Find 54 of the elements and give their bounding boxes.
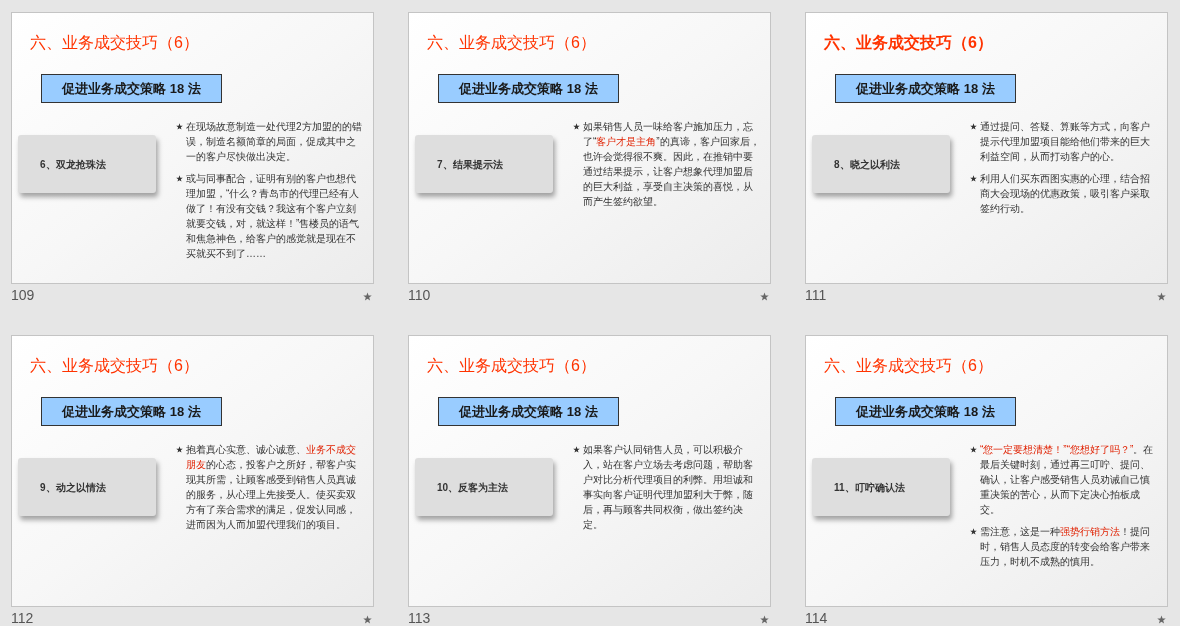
slide-title: 六、业务成交技巧（6） <box>427 356 597 376</box>
slide-thumbnail[interactable]: 六、业务成交技巧（6） 促进业务成交策略 18 法 8、晓之以利法 通过提问、答疑、算账等方式，向客户提示代理加盟项目能给他们带来的巨大利益空间，从而打动客户的心。 利用人们买东西图实惠的心理，结合招商大会现场的优惠政策，吸引客户采取签约行动。 <box>805 12 1168 284</box>
bullet-text: “您一定要想清楚！”“您想好了吗？”。在最后关键时刻，通过再三叮咛、提问、确认，让客户感受销售人员劝诫自己慎重决策的苦心，从而下定决心拍板成交。 <box>980 443 1155 517</box>
slide-heading: 促进业务成交策略 18 法 <box>41 74 222 103</box>
torn-paper-label: 6、双龙抢珠法 <box>18 135 156 193</box>
slide-heading: 促进业务成交策略 18 法 <box>835 397 1016 426</box>
star-icon[interactable] <box>760 615 769 624</box>
bullet-text: 需注意，这是一种强势行销方法！提问时，销售人员态度的转变会给客户带来压力，时机不成熟的慎用。 <box>980 525 1151 569</box>
slide-thumbnail[interactable]: 六、业务成交技巧（6） 促进业务成交策略 18 法 6、双龙抢珠法 在现场故意制造一处代理2方加盟的的错误，制造名额简章的局面，促成其中之一的客户尽快做出决定。 或与同事配合，证明有别的客户也想代理加盟，“什么？青岛市的代理已经有人做了！有没有交钱？我这有个客户立刻就要交钱，对，就这样！”售楼员的语气和焦急神色，给客户的感觉就是现在不买就买不到了…… <box>11 12 374 284</box>
bullet-text: 抱着真心实意、诚心诚意、业务不成交朋友的心态，投客户之所好，帮客户实现其所需，让顾客感受到销售人员真诚的服务，从心理上先接受人。使买卖双方有了亲合需求的满足，促发认同感，进而因为人而加盟代理我们的项目。 <box>186 443 357 532</box>
slide-number: 111 <box>805 288 827 303</box>
slide-heading: 促进业务成交策略 18 法 <box>438 74 619 103</box>
star-icon[interactable] <box>1157 615 1166 624</box>
star-bullet-icon <box>970 528 977 535</box>
star-bullet-icon <box>573 123 580 130</box>
slide-thumbnail[interactable]: 六、业务成交技巧（6） 促进业务成交策略 18 法 11、叮咛确认法 “您一定要想清楚！”“您想好了吗？”。在最后关键时刻，通过再三叮咛、提问、确认，让客户感受销售人员劝诫自己慎重决策的苦心，从而下定决心拍板成交。 需注意，这是一种强势行销方法！提问时，销售人员态度的转变会给客户带来压力，时机不成熟的慎用。 <box>805 335 1168 607</box>
slide-heading: 促进业务成交策略 18 法 <box>41 397 222 426</box>
slide-heading: 促进业务成交策略 18 法 <box>438 397 619 426</box>
slide-title: 六、业务成交技巧（6） <box>427 33 597 53</box>
bullet-text: 或与同事配合，证明有别的客户也想代理加盟，“什么？青岛市的代理已经有人做了！有没有交钱？我这有个客户立刻就要交钱，对，就这样！”售楼员的语气和焦急神色，给客户的感觉就是现在不买就买不到了…… <box>186 172 361 261</box>
star-bullet-icon <box>176 446 183 453</box>
slide-title: 六、业务成交技巧（6） <box>824 33 994 53</box>
torn-paper-label: 10、反客为主法 <box>415 458 553 516</box>
torn-paper-label: 9、动之以情法 <box>18 458 156 516</box>
torn-paper-label: 8、晓之以利法 <box>812 135 950 193</box>
star-bullet-icon <box>970 175 977 182</box>
slide-title: 六、业务成交技巧（6） <box>30 356 200 376</box>
torn-paper-label: 11、叮咛确认法 <box>812 458 950 516</box>
star-bullet-icon <box>970 446 977 453</box>
slide-thumbnail[interactable]: 六、业务成交技巧（6） 促进业务成交策略 18 法 10、反客为主法 如果客户认同销售人员，可以积极介入，站在客户立场去考虑问题，帮助客户对比分析代理项目的利弊。用坦诚和事实向客户证明代理加盟利大于弊，随后，再与顾客共同权衡，做出签约决定。 <box>408 335 771 607</box>
slide-number: 113 <box>408 611 431 626</box>
bullet-text: 如果销售人员一味给客户施加压力，忘了“客户才是主角”的真谛，客户回家后，也许会觉得很不爽。因此，在推销中要通过结果提示，让客户想象代理加盟后的巨大利益，享受自主决策的喜悦，从而产生签约欲望。 <box>583 120 761 209</box>
slide-number: 110 <box>408 288 431 303</box>
slide-thumbnail[interactable]: 六、业务成交技巧（6） 促进业务成交策略 18 法 7、结果提示法 如果销售人员一味给客户施加压力，忘了“客户才是主角”的真谛，客户回家后，也许会觉得很不爽。因此，在推销中要通过结果提示，让客户想象代理加盟后的巨大利益，享受自主决策的喜悦，从而产生签约欲望。 <box>408 12 771 284</box>
star-bullet-icon <box>176 175 183 182</box>
slide-heading: 促进业务成交策略 18 法 <box>835 74 1016 103</box>
star-bullet-icon <box>573 446 580 453</box>
slide-number: 114 <box>805 611 828 626</box>
slide-number: 112 <box>11 611 34 626</box>
slide-title: 六、业务成交技巧（6） <box>824 356 994 376</box>
star-icon[interactable] <box>363 615 372 624</box>
star-icon[interactable] <box>760 292 769 301</box>
slide-thumbnail[interactable]: 六、业务成交技巧（6） 促进业务成交策略 18 法 9、动之以情法 抱着真心实意、诚心诚意、业务不成交朋友的心态，投客户之所好，帮客户实现其所需，让顾客感受到销售人员真诚的服务，从心理上先接受人。使买卖双方有了亲合需求的满足，促发认同感，进而因为人而加盟代理我们的项目。 <box>11 335 374 607</box>
bullet-text: 利用人们买东西图实惠的心理，结合招商大会现场的优惠政策，吸引客户采取签约行动。 <box>980 172 1151 216</box>
star-icon[interactable] <box>363 292 372 301</box>
torn-paper-label: 7、结果提示法 <box>415 135 553 193</box>
star-icon[interactable] <box>1157 292 1166 301</box>
star-bullet-icon <box>970 123 977 130</box>
slide-number: 109 <box>11 288 35 303</box>
bullet-text: 通过提问、答疑、算账等方式，向客户提示代理加盟项目能给他们带来的巨大利益空间，从而打动客户的心。 <box>980 120 1151 164</box>
bullet-text: 在现场故意制造一处代理2方加盟的的错误，制造名额简章的局面，促成其中之一的客户尽快做出决定。 <box>186 120 363 164</box>
slide-title: 六、业务成交技巧（6） <box>30 33 200 53</box>
star-bullet-icon <box>176 123 183 130</box>
bullet-text: 如果客户认同销售人员，可以积极介入，站在客户立场去考虑问题，帮助客户对比分析代理项目的利弊。用坦诚和事实向客户证明代理加盟利大于弊，随后，再与顾客共同权衡，做出签约决定。 <box>583 443 754 532</box>
